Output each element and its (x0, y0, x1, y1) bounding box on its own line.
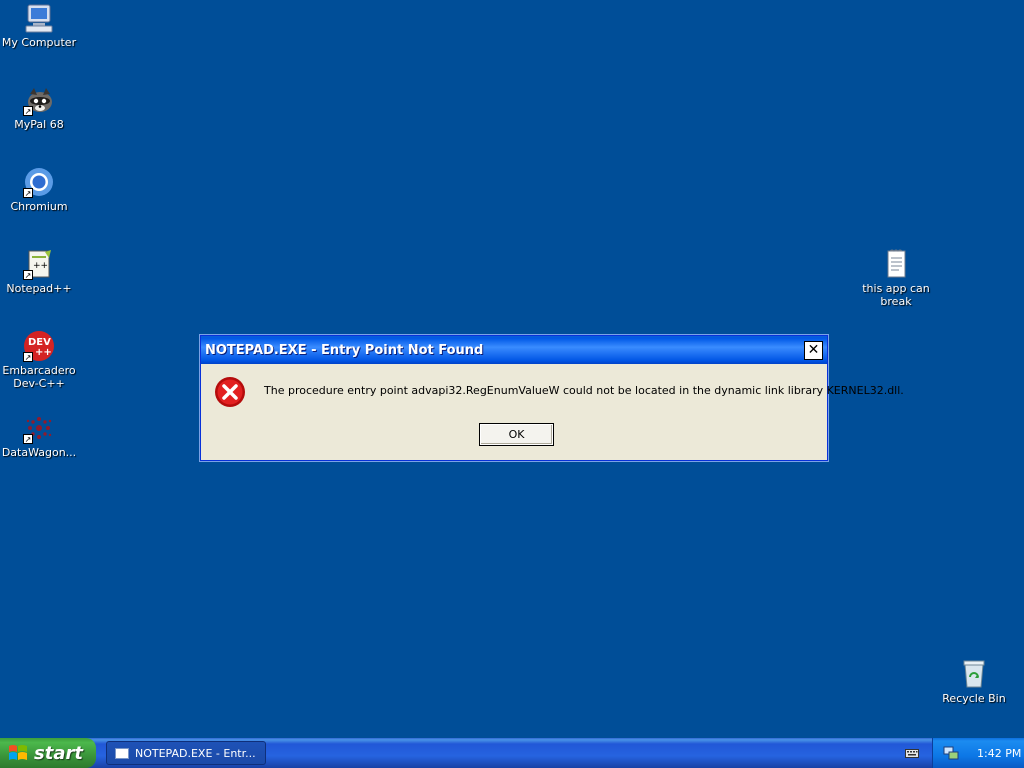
notepad-plus-plus-icon: ++ ↗ (23, 248, 55, 280)
desktop-icon-text-file[interactable]: this app can break (857, 248, 935, 308)
svg-text:++: ++ (35, 347, 52, 358)
shortcut-arrow-icon: ↗ (23, 270, 33, 280)
dialog-body: The procedure entry point advapi32.RegEn… (201, 364, 904, 460)
desktop-icon-notepad-plus-plus[interactable]: ++ ↗ Notepad++ (0, 248, 78, 295)
dialog-title: NOTEPAD.EXE - Entry Point Not Found (205, 342, 484, 358)
desktop-icon-datawagon[interactable]: ↗ DataWagon... (0, 412, 78, 459)
desktop-icon-dev-cpp[interactable]: DEV ++ ↗ Embarcadero Dev-C++ (0, 330, 78, 390)
desktop-icon-label: this app can break (862, 282, 930, 308)
network-icon[interactable] (943, 745, 959, 761)
desktop: My Computer ↗ MyPal 68 ↗ Chromium ++ ↗ N… (0, 0, 1024, 738)
desktop-icon-label: Embarcadero Dev-C++ (2, 364, 76, 390)
taskbar: start NOTEPAD.EXE - Entr... 1:42 PM (0, 738, 1024, 768)
text-file-icon (880, 248, 912, 280)
chromium-icon: ↗ (23, 166, 55, 198)
ok-button[interactable]: OK (479, 423, 554, 446)
close-icon: ✕ (807, 342, 820, 358)
mypal-icon: ↗ (23, 84, 55, 116)
taskbar-item-label: NOTEPAD.EXE - Entr... (135, 746, 256, 760)
desktop-icon-label: Notepad++ (6, 282, 72, 295)
system-tray: 1:42 PM (932, 738, 1024, 768)
desktop-icon-label: Chromium (10, 200, 68, 213)
close-button[interactable]: ✕ (804, 340, 823, 360)
window-icon (115, 747, 129, 759)
error-icon (214, 376, 246, 408)
datawagon-icon: ↗ (23, 412, 55, 444)
desktop-icon-mypal[interactable]: ↗ MyPal 68 (0, 84, 78, 131)
dialog-message: The procedure entry point advapi32.RegEn… (264, 384, 904, 397)
desktop-icon-label: MyPal 68 (14, 118, 64, 131)
windows-logo-icon (9, 745, 27, 760)
error-dialog: NOTEPAD.EXE - Entry Point Not Found ✕ Th… (200, 335, 904, 461)
my-computer-icon (23, 2, 55, 34)
keyboard-icon[interactable] (905, 746, 919, 760)
svg-text:++: ++ (33, 261, 48, 271)
shortcut-arrow-icon: ↗ (23, 188, 33, 198)
start-button[interactable]: start (0, 738, 96, 768)
desktop-icon-label: Recycle Bin (942, 692, 1006, 705)
dialog-titlebar[interactable]: NOTEPAD.EXE - Entry Point Not Found ✕ (201, 336, 827, 364)
desktop-icon-recycle-bin[interactable]: Recycle Bin (935, 658, 1013, 705)
desktop-icon-label: DataWagon... (1, 446, 77, 459)
taskbar-item-notepad[interactable]: NOTEPAD.EXE - Entr... (106, 741, 266, 765)
desktop-icon-chromium[interactable]: ↗ Chromium (0, 166, 78, 213)
desktop-icon-label: My Computer (1, 36, 77, 49)
start-label: start (34, 742, 83, 764)
shortcut-arrow-icon: ↗ (23, 106, 33, 116)
shortcut-arrow-icon: ↗ (23, 434, 33, 444)
dev-cpp-icon: DEV ++ ↗ (23, 330, 55, 362)
desktop-icon-my-computer[interactable]: My Computer (0, 2, 78, 49)
shortcut-arrow-icon: ↗ (23, 352, 33, 362)
clock[interactable]: 1:42 PM (977, 747, 1021, 760)
recycle-bin-icon (958, 658, 990, 690)
